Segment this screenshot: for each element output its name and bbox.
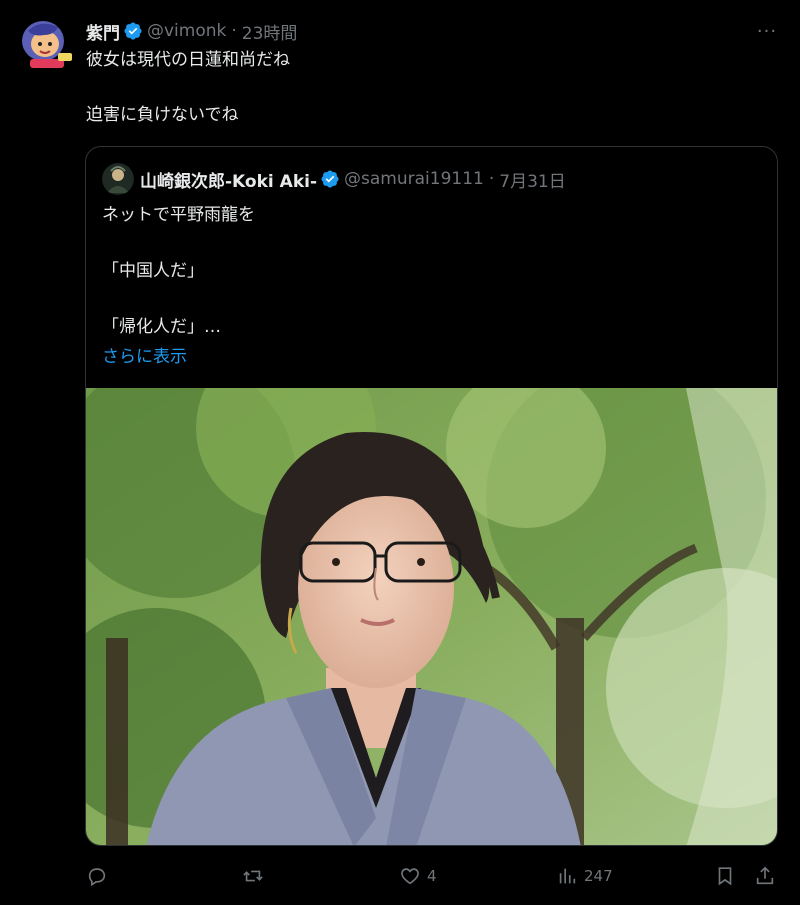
author-name[interactable]: 紫門: [86, 19, 120, 44]
quoted-text-line: 「帰化人だ」…: [102, 317, 221, 337]
author-handle[interactable]: @vimonk: [147, 21, 226, 41]
quoted-author-handle[interactable]: @samurai19111: [344, 169, 484, 189]
share-button[interactable]: [754, 865, 776, 887]
like-icon: [401, 868, 419, 885]
tweet-time[interactable]: 23時間: [242, 19, 298, 44]
verified-badge-icon: [123, 21, 143, 41]
more-icon[interactable]: ···: [756, 20, 778, 42]
retweet-icon: [243, 870, 263, 882]
reply-button[interactable]: [86, 865, 114, 887]
quoted-text-line: ネットで平野雨龍を: [102, 205, 255, 225]
quoted-time[interactable]: 7月31日: [499, 167, 565, 192]
tweet-text-line: 彼女は現代の日蓮和尚だね: [86, 50, 290, 70]
show-more-link[interactable]: さらに表示: [102, 342, 187, 367]
views-count: 247: [584, 867, 613, 885]
like-count: 4: [427, 867, 437, 885]
quoted-author-name[interactable]: 山崎銀次郎-Koki Aki-: [140, 167, 317, 192]
quoted-text-line: 「中国人だ」: [102, 261, 204, 281]
tweet-text-line: 迫害に負けないでね: [86, 105, 239, 125]
like-button[interactable]: 4: [399, 865, 437, 887]
bookmark-icon: [718, 867, 732, 886]
retweet-button[interactable]: [242, 865, 270, 887]
reply-icon: [88, 868, 106, 887]
action-bar: 4 247: [86, 862, 782, 890]
quoted-header: 山崎銀次郎-Koki Aki- @samurai19111 · 7月31日: [102, 163, 566, 195]
quoted-text: ネットで平野雨龍を 「中国人だ」 「帰化人だ」…: [102, 203, 742, 339]
verified-badge-icon: [320, 169, 340, 189]
share-icon: [756, 866, 774, 885]
tweet-text: 彼女は現代の日蓮和尚だね 迫害に負けないでね: [86, 48, 766, 127]
quoted-author-avatar[interactable]: [102, 163, 134, 195]
views-icon: [559, 868, 576, 884]
tweet[interactable]: 紫門 @vimonk · 23時間 ··· 彼女は現代の日蓮和尚だね 迫害に負け…: [0, 0, 800, 905]
quoted-photo[interactable]: [86, 388, 777, 845]
quoted-tweet[interactable]: 山崎銀次郎-Koki Aki- @samurai19111 · 7月31日 ネッ…: [85, 146, 778, 846]
separator-dot: ·: [231, 21, 237, 41]
author-avatar[interactable]: [18, 17, 74, 69]
bookmark-button[interactable]: [714, 865, 736, 887]
tweet-header: 紫門 @vimonk · 23時間: [86, 18, 297, 44]
views-button[interactable]: 247: [556, 865, 613, 887]
separator-dot: ·: [488, 169, 495, 189]
